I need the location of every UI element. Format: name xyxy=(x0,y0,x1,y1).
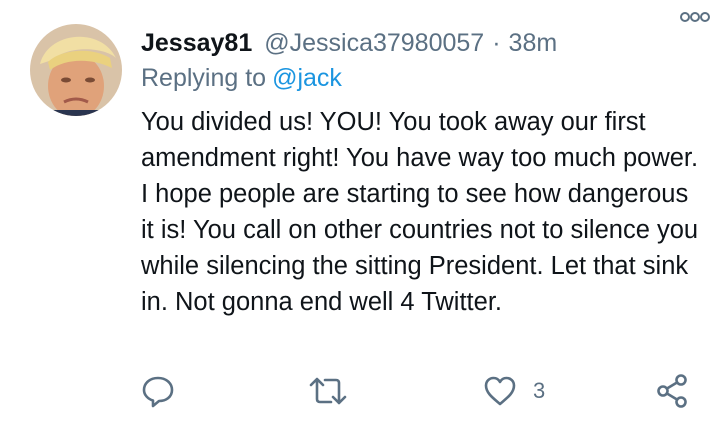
like-button[interactable]: 3 xyxy=(483,366,545,416)
share-icon xyxy=(657,374,687,408)
replying-to: Replying to @jack xyxy=(141,64,342,93)
separator-dot: · xyxy=(492,28,501,57)
retweet-button[interactable] xyxy=(307,366,349,416)
tweet-actions: 3 xyxy=(0,366,720,416)
avatar[interactable] xyxy=(30,24,122,116)
tweet-text: You divided us! YOU! You took away our f… xyxy=(141,108,699,316)
like-count: 3 xyxy=(533,378,546,403)
user-handle[interactable]: @Jessica37980057 xyxy=(264,29,484,58)
reply-button[interactable] xyxy=(140,366,176,416)
avatar-image xyxy=(30,24,122,116)
heart-icon xyxy=(484,376,516,406)
share-button[interactable] xyxy=(655,366,689,416)
tweet-header: Jessay81 @Jessica37980057 · 38m xyxy=(141,26,701,60)
reply-icon xyxy=(142,376,174,408)
display-name[interactable]: Jessay81 xyxy=(141,29,252,58)
more-options-button[interactable] xyxy=(678,8,712,26)
replying-to-handle[interactable]: @jack xyxy=(272,64,342,92)
timestamp[interactable]: 38m xyxy=(509,29,558,58)
more-options-icon xyxy=(680,12,710,22)
retweet-icon xyxy=(309,377,347,405)
replying-to-label: Replying to xyxy=(141,64,267,92)
